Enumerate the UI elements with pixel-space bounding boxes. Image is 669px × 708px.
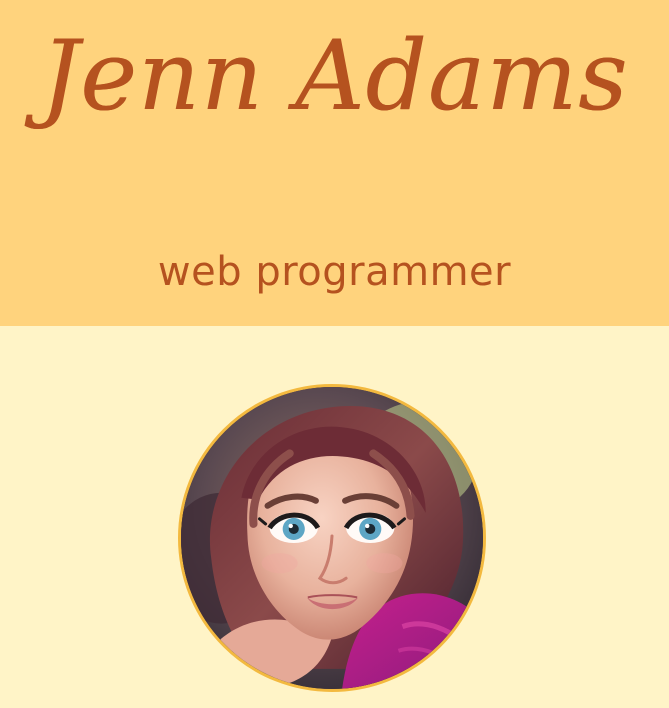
page-header: Jenn Adams web programmer — [0, 0, 669, 326]
avatar-portrait-icon — [181, 387, 483, 689]
site-subtitle: web programmer — [157, 249, 512, 295]
avatar — [178, 384, 486, 692]
main-content — [0, 326, 669, 708]
site-title-name: Jenn Adams — [40, 20, 629, 132]
